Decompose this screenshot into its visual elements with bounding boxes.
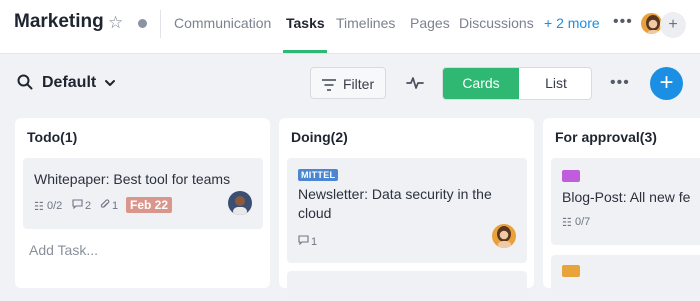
active-tab-indicator [283, 50, 327, 53]
column-for-approval: For approval(3) Blog-Post: All new fe ☷ … [543, 118, 700, 295]
cards-view-button[interactable]: Cards [443, 68, 519, 99]
tab-tasks[interactable]: Tasks [286, 15, 325, 31]
checklist-icon: ☷ [34, 201, 44, 213]
search-icon[interactable] [17, 74, 33, 95]
column-doing: Doing(2) MITTEL Newsletter: Data securit… [279, 118, 534, 301]
tab-timelines[interactable]: Timelines [336, 15, 395, 31]
tab-pages[interactable]: Pages [410, 15, 450, 31]
column-title: Todo(1) [27, 129, 78, 145]
more-options-icon[interactable]: ••• [613, 13, 633, 31]
view-mode-toggle: Cards List [442, 67, 592, 100]
project-title: Marketing [14, 11, 104, 32]
assignee-avatar[interactable] [228, 191, 252, 215]
chevron-down-icon[interactable] [104, 75, 116, 96]
list-view-button[interactable]: List [519, 68, 591, 99]
card-title: Whitepaper: Best tool for teams [34, 171, 231, 187]
attachment-icon [100, 199, 110, 213]
task-card[interactable] [287, 271, 527, 301]
task-card[interactable]: MITTEL Newsletter: Data security in the … [287, 158, 527, 263]
tab-discussions[interactable]: Discussions [459, 15, 534, 31]
tab-communication[interactable]: Communication [174, 15, 271, 31]
filter-icon [322, 78, 336, 96]
add-task-input[interactable]: Add Task... [29, 242, 98, 258]
view-selector[interactable]: Default [42, 74, 96, 92]
comment-icon [72, 199, 83, 212]
checklist-count: 0/2 [47, 200, 63, 212]
task-card[interactable] [551, 255, 700, 295]
card-title-line1: Newsletter: Data security in the [298, 186, 492, 202]
activity-icon[interactable] [406, 75, 424, 96]
add-member-button[interactable]: + [660, 12, 686, 38]
label-chip [562, 170, 580, 182]
add-task-button[interactable]: + [650, 67, 683, 100]
comment-count: 2 [85, 200, 92, 212]
filter-button[interactable]: Filter [310, 67, 386, 99]
card-title-line2: cloud [298, 205, 332, 221]
divider [160, 10, 161, 38]
more-tabs-link[interactable]: + 2 more [544, 15, 600, 31]
status-dot-icon [138, 19, 147, 28]
label-chip [562, 265, 580, 277]
attachment-count: 1 [112, 200, 119, 212]
task-card[interactable]: Blog-Post: All new fe ☷ 0/7 [551, 158, 700, 245]
task-card[interactable]: Whitepaper: Best tool for teams ☷ 0/2 2 … [23, 158, 263, 229]
priority-tag: MITTEL [298, 169, 339, 181]
comment-count: 1 [311, 236, 318, 248]
column-title: For approval(3) [555, 129, 657, 145]
checklist-icon: ☷ [562, 217, 572, 229]
board-options-icon[interactable]: ••• [610, 74, 630, 92]
top-bar: Marketing ☆ Communication Tasks Timeline… [0, 0, 700, 54]
column-title: Doing(2) [291, 129, 348, 145]
star-icon[interactable]: ☆ [108, 13, 123, 33]
assignee-avatar[interactable] [492, 224, 516, 248]
card-title: Blog-Post: All new fe [562, 189, 691, 205]
comment-icon [298, 235, 309, 248]
column-todo: Todo(1) Whitepaper: Best tool for teams … [15, 118, 270, 288]
due-date-badge: Feb 22 [126, 197, 173, 213]
checklist-count: 0/7 [575, 216, 591, 228]
filter-label: Filter [343, 76, 375, 92]
